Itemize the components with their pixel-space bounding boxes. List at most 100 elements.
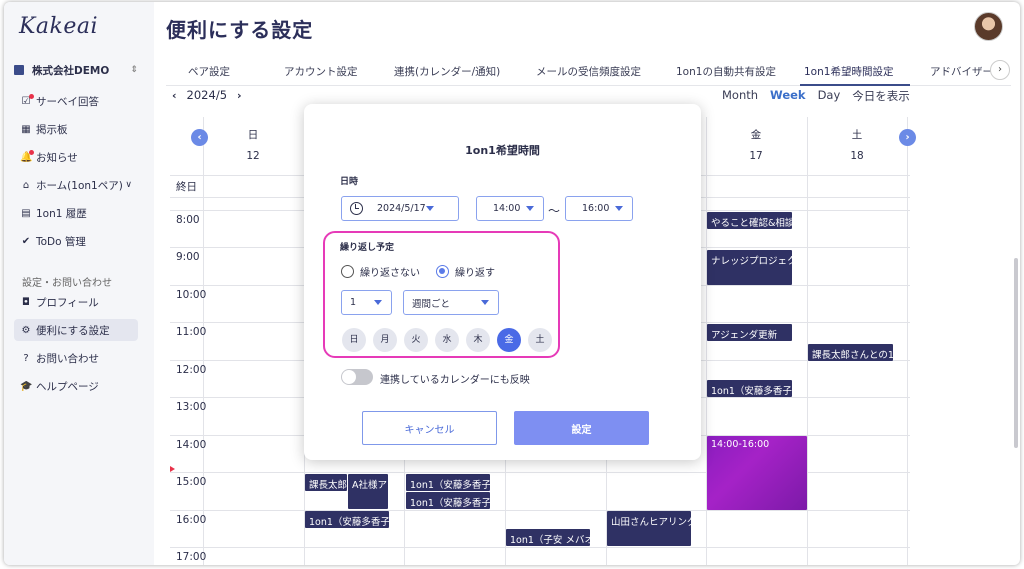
home-icon: ⌂ (22, 179, 30, 191)
view-month-button[interactable]: Month (722, 88, 758, 104)
weekday-wed[interactable]: 水 (435, 328, 459, 352)
current-time-marker (170, 466, 175, 472)
sidebar-item-board[interactable]: ▦ 掲示板 (14, 118, 138, 140)
weekday-sat[interactable]: 土 (528, 328, 552, 352)
chevron-down-icon (426, 206, 434, 211)
radio-repeat[interactable]: 繰り返す (436, 264, 495, 279)
today-button[interactable]: 今日を表示 (852, 88, 910, 104)
hour-label: 13:00 (176, 401, 207, 413)
save-button[interactable]: 設定 (514, 411, 649, 445)
range-separator: 〜 (548, 204, 561, 218)
weekday-thu[interactable]: 木 (466, 328, 490, 352)
calendar-event[interactable]: 1on1（安藤多香子さ (707, 380, 792, 397)
sidebar-item-settings[interactable]: ⚙ 便利にする設定 (14, 319, 138, 341)
calendar-scrollbar[interactable] (1014, 258, 1018, 448)
chevron-down-icon (615, 206, 623, 211)
start-time-select[interactable]: 14:00 (476, 196, 544, 221)
gear-icon: ⚙ (21, 324, 31, 336)
end-time-select[interactable]: 16:00 (565, 196, 633, 221)
calendar-event[interactable]: やること確認&相談 (707, 212, 792, 229)
repeat-label: 繰り返し予定 (340, 243, 395, 253)
view-day-button[interactable]: Day (818, 88, 841, 104)
sidebar-item-notice[interactable]: 🔔 お知らせ (14, 146, 138, 168)
calendar-event[interactable]: アジェンダ更新 (707, 324, 792, 341)
sidebar-item-label: 1on1 履歴 (36, 207, 87, 220)
company-selector[interactable]: 株式会社DEMO ⇕ (14, 60, 144, 80)
radio-no-repeat[interactable]: 繰り返さない (341, 264, 420, 279)
sidebar-item-help[interactable]: 🎓 ヘルプページ (14, 375, 138, 397)
prev-month-button[interactable]: ‹ (172, 89, 177, 102)
calendar-event[interactable]: 山田さんヒアリング (607, 511, 691, 546)
calendar-event[interactable]: 課長太郎さんとの1o (808, 344, 893, 361)
calendar-event[interactable]: 課長太郎 (305, 474, 347, 491)
chevron-down-icon (526, 206, 534, 211)
calendar-event[interactable]: 1on1（安藤多香子さ (406, 492, 490, 509)
board-icon: ▦ (21, 123, 31, 135)
sidebar-item-contact[interactable]: ? お問い合わせ (14, 347, 138, 369)
date-value: 2024/5/17 (377, 203, 426, 214)
radio-label: 繰り返す (455, 268, 495, 279)
hour-label: 9:00 (176, 251, 200, 263)
calendar-event[interactable]: 1on1（子安 メバオさ (506, 529, 590, 546)
logo: Kakeai (19, 14, 99, 39)
day-name: 土 (851, 129, 863, 141)
calendar-event[interactable]: 1on1（安藤多香子さ (406, 474, 490, 491)
tabs-next-button[interactable]: › (990, 60, 1010, 80)
sidebar-item-label: 掲示板 (36, 123, 68, 136)
interval-select[interactable]: 1 (341, 290, 392, 315)
tab-auto-share[interactable]: 1on1の自動共有設定 (676, 64, 776, 79)
row-divider (170, 547, 910, 548)
chevron-down-icon: ∨ (125, 180, 132, 190)
hour-label: 15:00 (176, 476, 207, 488)
avatar[interactable] (974, 12, 1003, 41)
tab-mail-frequency[interactable]: メールの受信頻度設定 (536, 64, 641, 79)
sidebar-item-todo[interactable]: ✔ ToDo 管理 (14, 230, 138, 252)
frequency-select[interactable]: 週間ごと (403, 290, 499, 315)
start-time-value: 14:00 (493, 203, 521, 214)
calendar-event[interactable]: ナレッジプロジェク (707, 250, 792, 285)
sidebar-item-label: ヘルプページ (36, 380, 99, 393)
calendar-event[interactable]: A社様ア (348, 474, 388, 509)
view-week-button[interactable]: Week (770, 88, 806, 104)
tab-preferred-time[interactable]: 1on1希望時間設定 (804, 64, 893, 79)
tab-integration[interactable]: 連携(カレンダー/通知) (394, 64, 500, 79)
date-picker[interactable]: 2024/5/17 (341, 196, 459, 221)
preferred-time-event[interactable]: 14:00-16:00 (707, 436, 807, 510)
next-month-button[interactable]: › (237, 89, 242, 102)
sidebar-item-survey[interactable]: ☑ サーベイ回答 (14, 90, 138, 112)
sidebar-item-label: お問い合わせ (36, 352, 99, 365)
chevron-down-icon (481, 300, 489, 305)
sidebar-item-home[interactable]: ⌂ ホーム(1on1ペア) ∨ (14, 174, 138, 196)
sidebar-item-label: お知らせ (36, 151, 78, 164)
help-icon: 🎓 (20, 380, 33, 392)
radio-circle-selected (436, 265, 449, 278)
sidebar-item-label: ホーム(1on1ペア) (36, 179, 123, 192)
hour-label: 16:00 (176, 514, 207, 526)
cancel-button[interactable]: キャンセル (362, 411, 497, 445)
chevron-updown-icon: ⇕ (130, 65, 138, 75)
current-month: 2024/5 (186, 88, 228, 102)
allday-label: 終日 (176, 181, 197, 193)
sidebar-item-profile[interactable]: ◘ プロフィール (14, 291, 138, 313)
radio-label: 繰り返さない (360, 268, 420, 279)
weekday-fri[interactable]: 金 (497, 328, 521, 352)
sync-calendar-toggle[interactable] (341, 369, 373, 385)
tab-account[interactable]: アカウント設定 (284, 64, 358, 79)
interval-value: 1 (350, 297, 357, 308)
tab-pair[interactable]: ペア設定 (188, 64, 230, 79)
check-icon: ✔ (21, 235, 31, 247)
sidebar-item-label: ToDo 管理 (36, 235, 86, 248)
building-icon (14, 65, 24, 75)
sidebar-item-label: サーベイ回答 (36, 95, 99, 108)
hour-label: 14:00 (176, 439, 207, 451)
weekday-mon[interactable]: 月 (373, 328, 397, 352)
view-switch: Month Week Day 今日を表示 (722, 88, 910, 104)
tab-advisor[interactable]: アドバイザー (930, 64, 993, 79)
hour-label: 11:00 (176, 326, 207, 338)
end-time-value: 16:00 (582, 203, 610, 214)
sidebar-item-history[interactable]: ▤ 1on1 履歴 (14, 202, 138, 224)
settings-tabs: ペア設定 アカウント設定 連携(カレンダー/通知) メールの受信頻度設定 1on… (166, 60, 1011, 86)
weekday-sun[interactable]: 日 (342, 328, 366, 352)
weekday-tue[interactable]: 火 (404, 328, 428, 352)
calendar-event[interactable]: 1on1（安藤多香子さ (305, 511, 389, 528)
